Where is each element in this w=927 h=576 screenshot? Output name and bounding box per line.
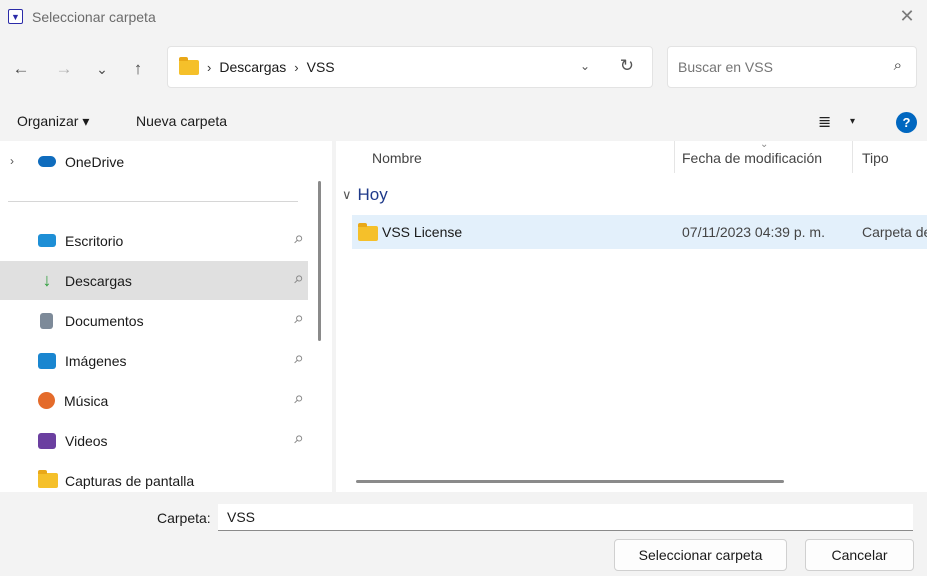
view-options-caret-icon[interactable]: ▾ xyxy=(850,116,855,127)
navigation-pane: › OneDrive Escritorio ⚲ ↓ Descargas ⚲ Do… xyxy=(0,141,332,492)
close-button[interactable]: ✕ xyxy=(887,0,927,33)
organize-button[interactable]: Organizar ▾ xyxy=(17,113,89,130)
pin-icon[interactable]: ⚲ xyxy=(291,232,306,247)
new-folder-button[interactable]: Nueva carpeta xyxy=(136,113,227,129)
sidebar-scrollbar[interactable] xyxy=(318,181,321,341)
list-item[interactable]: VSS License 07/11/2023 04:39 p. m. Carpe… xyxy=(352,215,927,249)
help-icon[interactable]: ? xyxy=(896,112,917,133)
sidebar-item-label: Imágenes xyxy=(65,352,127,369)
item-date: 07/11/2023 04:39 p. m. xyxy=(682,224,825,240)
folder-icon xyxy=(38,470,58,488)
view-options-icon[interactable]: ≣ xyxy=(818,112,831,132)
window-title: Seleccionar carpeta xyxy=(32,8,156,25)
sidebar-item-descargas[interactable]: ↓ Descargas ⚲ xyxy=(0,261,308,300)
group-header-today[interactable]: ∨ Hoy xyxy=(342,185,388,205)
column-divider[interactable] xyxy=(852,141,853,173)
recent-locations-button[interactable]: ⌄ xyxy=(90,57,114,81)
search-icon[interactable]: ⌕ xyxy=(894,57,902,74)
sidebar-item-label: OneDrive xyxy=(65,153,125,170)
sidebar-item-musica[interactable]: Música ⚲ xyxy=(0,381,308,420)
app-icon: ▼ xyxy=(8,9,23,24)
sidebar-item-escritorio[interactable]: Escritorio ⚲ xyxy=(0,221,308,260)
command-bar: Organizar ▾ Nueva carpeta ≣ ▾ xyxy=(0,103,927,141)
cancel-button[interactable]: Cancelar xyxy=(805,539,914,571)
collapse-chevron-icon[interactable]: ∨ xyxy=(342,187,352,203)
sidebar-item-label: Descargas xyxy=(65,272,132,289)
cloud-icon xyxy=(38,156,56,167)
sidebar-divider xyxy=(8,201,298,202)
folder-icon xyxy=(179,56,199,75)
column-header-type[interactable]: Tipo xyxy=(862,150,889,166)
sidebar-item-capturas[interactable]: Capturas de pantalla xyxy=(0,461,308,492)
folder-icon xyxy=(358,223,378,241)
sidebar-item-label: Música xyxy=(64,392,109,409)
video-icon xyxy=(38,432,56,449)
sidebar-item-videos[interactable]: Videos ⚲ xyxy=(0,421,308,460)
sidebar-item-label: Escritorio xyxy=(65,232,124,249)
download-icon: ↓ xyxy=(42,270,52,290)
up-button[interactable]: ↑ xyxy=(126,57,150,81)
pin-icon[interactable]: ⚲ xyxy=(291,352,306,367)
sidebar-item-onedrive[interactable]: › OneDrive xyxy=(0,142,308,181)
image-icon xyxy=(38,352,56,369)
folder-field-label: Carpeta: xyxy=(157,510,211,526)
column-header-date[interactable]: Fecha de modificación xyxy=(682,150,822,166)
breadcrumb-vss[interactable]: VSS xyxy=(307,59,335,75)
sidebar-item-label: Videos xyxy=(65,432,108,449)
breadcrumb-separator-icon: › xyxy=(294,59,299,75)
navigation-bar: ← → ⌄ ↑ › Descargas › VSS ⌄ ↻ ⌕ xyxy=(0,33,927,103)
forward-button[interactable]: → xyxy=(52,57,76,81)
sort-indicator-icon: ⌄ xyxy=(760,141,769,150)
back-button[interactable]: ← xyxy=(9,57,33,81)
refresh-icon[interactable]: ↻ xyxy=(620,56,634,76)
column-header-name[interactable]: Nombre xyxy=(372,150,422,166)
sidebar-item-documentos[interactable]: Documentos ⚲ xyxy=(0,301,308,340)
search-box: ⌕ xyxy=(667,46,917,88)
folder-name-input[interactable] xyxy=(218,504,913,531)
address-dropdown-icon[interactable]: ⌄ xyxy=(580,59,590,73)
breadcrumb-separator-icon: › xyxy=(207,59,212,75)
title-bar: ▼ Seleccionar carpeta ✕ xyxy=(0,0,927,33)
address-bar[interactable]: › Descargas › VSS ⌄ ↻ xyxy=(167,46,653,88)
pin-icon[interactable]: ⚲ xyxy=(291,392,306,407)
pin-icon[interactable]: ⚲ xyxy=(291,272,306,287)
breadcrumb-descargas[interactable]: Descargas xyxy=(219,59,286,75)
file-list: Nombre ⌄ Fecha de modificación Tipo ∨ Ho… xyxy=(336,141,927,492)
music-icon xyxy=(38,392,55,409)
horizontal-scrollbar[interactable] xyxy=(356,480,784,483)
group-label: Hoy xyxy=(357,185,388,204)
dialog-footer: Carpeta: Seleccionar carpeta Cancelar xyxy=(0,492,927,576)
sidebar-item-label: Capturas de pantalla xyxy=(65,472,195,489)
select-folder-button[interactable]: Seleccionar carpeta xyxy=(614,539,787,571)
search-input[interactable] xyxy=(678,47,868,87)
sidebar-item-label: Documentos xyxy=(65,312,144,329)
item-name: VSS License xyxy=(382,224,463,240)
pin-icon[interactable]: ⚲ xyxy=(291,312,306,327)
sidebar-item-imagenes[interactable]: Imágenes ⚲ xyxy=(0,341,308,380)
column-divider[interactable] xyxy=(674,141,675,173)
document-icon xyxy=(40,312,53,329)
expand-chevron-icon[interactable]: › xyxy=(10,154,14,168)
item-type: Carpeta de xyxy=(862,224,927,240)
desktop-icon xyxy=(38,234,56,247)
pin-icon[interactable]: ⚲ xyxy=(291,432,306,447)
